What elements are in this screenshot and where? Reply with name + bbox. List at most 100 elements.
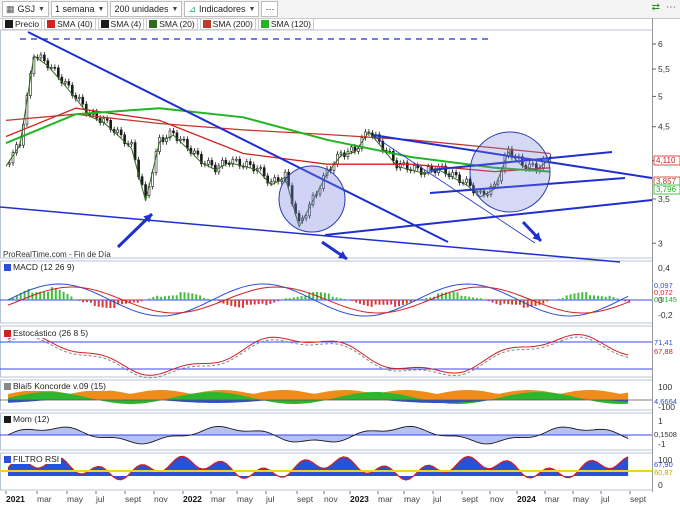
macd-swatch bbox=[4, 263, 11, 271]
macd-histogram-bar bbox=[191, 293, 194, 300]
macd-histogram-bar bbox=[452, 292, 455, 300]
price-candle-body bbox=[350, 146, 353, 152]
legend-item[interactable]: Precio bbox=[2, 18, 43, 30]
macd-histogram-bar bbox=[476, 298, 478, 300]
legend-label: Precio bbox=[15, 19, 40, 29]
macd-histogram-bar bbox=[628, 300, 631, 303]
macd-histogram-bar bbox=[179, 292, 182, 300]
x-tick-label: sept bbox=[462, 494, 479, 504]
legend-swatch bbox=[47, 20, 56, 28]
macd-histogram-bar bbox=[421, 298, 424, 300]
y-tick-label: 6 bbox=[658, 39, 663, 49]
legend-swatch bbox=[5, 20, 13, 28]
macd-histogram-bar bbox=[612, 297, 615, 300]
x-tick-label: may bbox=[573, 494, 590, 504]
macd-histogram-bar bbox=[164, 296, 166, 300]
rsi-swatch bbox=[4, 455, 11, 463]
macd-histogram-bar bbox=[600, 296, 603, 300]
macd-histogram-bar bbox=[585, 292, 588, 300]
x-tick-label: sept bbox=[125, 494, 142, 504]
price-candle-body bbox=[179, 138, 182, 141]
legend-item[interactable]: SMA (200) bbox=[199, 18, 256, 30]
macd-histogram-bar bbox=[362, 300, 365, 305]
macd-histogram-bar bbox=[199, 295, 202, 300]
price-candle-body bbox=[39, 54, 43, 59]
legend-item[interactable]: SMA (20) bbox=[146, 18, 198, 30]
macd-label: MACD (12 26 9) bbox=[13, 262, 75, 272]
macd-histogram-bar bbox=[405, 300, 408, 304]
price-candle-body bbox=[339, 152, 343, 155]
macd-histogram-bar bbox=[136, 300, 139, 303]
macd-histogram-bar bbox=[339, 298, 342, 300]
macd-histogram-bar bbox=[320, 292, 322, 300]
rsi-pane-label: FILTRO RSI bbox=[2, 454, 62, 464]
macd-histogram-bar bbox=[593, 295, 595, 300]
x-tick-label: sept bbox=[297, 494, 314, 504]
macd-histogram-bar bbox=[589, 295, 592, 300]
price-candle-body bbox=[57, 67, 60, 78]
macd-histogram-bar bbox=[101, 300, 104, 308]
watermark-text: ProRealTime.com - Fin de Día bbox=[3, 250, 111, 259]
macd-histogram-bar bbox=[160, 296, 163, 300]
x-tick-label: jul bbox=[432, 494, 442, 504]
macd-histogram-bar bbox=[366, 300, 369, 307]
macd-histogram-bar bbox=[245, 300, 248, 305]
mom-swatch bbox=[4, 415, 11, 423]
macd-histogram-bar bbox=[238, 300, 241, 308]
macd-histogram-bar bbox=[35, 292, 38, 300]
macd-histogram-bar bbox=[343, 298, 346, 300]
macd-histogram-bar bbox=[97, 300, 100, 307]
macd-histogram-bar bbox=[70, 296, 73, 300]
macd-histogram-bar bbox=[43, 291, 46, 300]
x-tick-label: nov bbox=[490, 494, 504, 504]
legend-item[interactable]: SMA (40) bbox=[44, 18, 96, 30]
macd-histogram-bar bbox=[596, 295, 599, 300]
macd-histogram-bar bbox=[156, 295, 159, 300]
macd-histogram-bar bbox=[74, 299, 77, 300]
macd-histogram-bar bbox=[226, 300, 229, 305]
stoch-pane-label: Estocástico (26 8 5) bbox=[2, 328, 91, 338]
macd-histogram-bar bbox=[390, 300, 393, 305]
macd-tick-label: 0,4 bbox=[658, 263, 670, 273]
macd-histogram-bar bbox=[394, 300, 397, 307]
macd-histogram-bar bbox=[355, 300, 358, 303]
mom-value-label: 0,1508 bbox=[654, 430, 677, 439]
macd-histogram-bar bbox=[230, 300, 233, 306]
price-legend: Precio SMA (40) SMA (4) SMA (20) SMA (200) SM… bbox=[2, 18, 314, 30]
price-candle-body bbox=[454, 172, 458, 176]
price-candle-body bbox=[130, 142, 133, 145]
price-candle-body bbox=[207, 160, 210, 165]
legend-item[interactable]: SMA (4) bbox=[97, 18, 145, 30]
mom-pane-label: Mom (12) bbox=[2, 414, 52, 424]
macd-histogram-bar bbox=[167, 295, 170, 300]
macd-histogram-bar bbox=[495, 300, 498, 304]
price-candle-body bbox=[193, 150, 196, 154]
legend-swatch bbox=[202, 20, 211, 28]
x-tick-label: 2021 bbox=[6, 494, 25, 504]
legend-label: SMA (4) bbox=[110, 19, 142, 29]
macd-histogram-bar bbox=[546, 300, 549, 302]
x-tick-label: 2024 bbox=[517, 494, 536, 504]
rsi-tick-label: 0 bbox=[658, 480, 663, 490]
macd-histogram-bar bbox=[195, 294, 198, 300]
last-price-label: 4,110 bbox=[656, 156, 676, 165]
mom-tick-label: -1 bbox=[658, 439, 666, 449]
macd-histogram-bar bbox=[296, 296, 299, 300]
macd-histogram-bar bbox=[624, 300, 627, 302]
price-candle-body bbox=[81, 96, 85, 105]
macd-tick-label: -0,2 bbox=[658, 310, 673, 320]
price-candle-body bbox=[182, 138, 186, 141]
price-candle-body bbox=[248, 161, 252, 165]
macd-histogram-bar bbox=[565, 295, 568, 300]
macd-histogram-bar bbox=[288, 298, 291, 300]
macd-histogram-bar bbox=[47, 291, 49, 300]
macd-histogram-bar bbox=[171, 295, 174, 300]
macd-histogram-bar bbox=[206, 298, 209, 300]
macd-histogram-bar bbox=[522, 300, 525, 308]
price-candle-body bbox=[224, 159, 228, 164]
legend-item[interactable]: SMA (120) bbox=[257, 18, 314, 30]
macd-histogram-bar bbox=[573, 293, 576, 300]
x-tick-label: nov bbox=[154, 494, 168, 504]
macd-histogram-bar bbox=[86, 300, 88, 303]
macd-histogram-bar bbox=[214, 300, 217, 301]
